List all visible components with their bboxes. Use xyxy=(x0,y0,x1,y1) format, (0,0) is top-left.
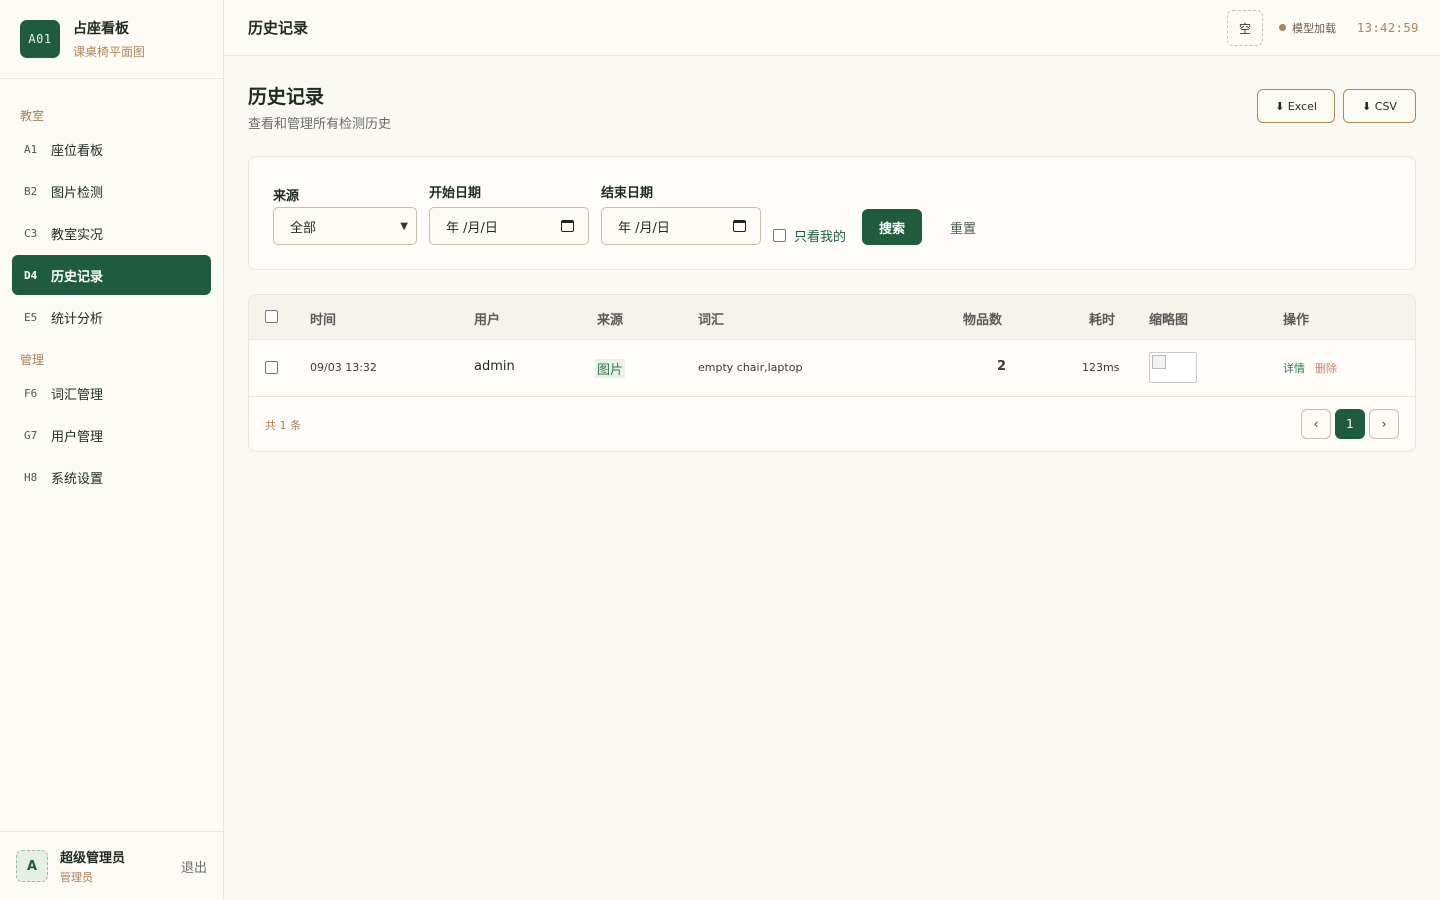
nav-label: 用户管理 xyxy=(51,429,104,445)
nav-code: D4 xyxy=(24,268,38,282)
user-name: 超级管理员 xyxy=(60,851,126,866)
sidebar-item-classroom-live[interactable]: C3 教室实况 xyxy=(12,213,211,253)
model-status: 模型加载 xyxy=(1279,20,1336,36)
search-button[interactable]: 搜索 xyxy=(862,209,922,245)
col-thumbnail: 缩略图 xyxy=(1149,313,1189,328)
source-select[interactable]: 全部 ▼ xyxy=(273,207,417,245)
cell-duration: 123ms xyxy=(1082,361,1120,374)
filter-card: 来源 全部 ▼ 开始日期 年 /月/日 结束日期 年 /月/日 只看我的 搜索 … xyxy=(248,156,1416,270)
status-dot-icon xyxy=(1279,24,1286,31)
reset-button[interactable]: 重置 xyxy=(950,218,976,237)
start-date-placeholder: 年 /月/日 xyxy=(446,220,498,236)
table-header: 时间 用户 来源 词汇 物品数 耗时 缩略图 操作 xyxy=(249,295,1415,340)
only-mine-label[interactable]: 只看我的 xyxy=(794,226,846,245)
nav-label: 历史记录 xyxy=(51,269,104,285)
end-date-label: 结束日期 xyxy=(601,186,654,201)
nav-group-classroom: 教室 xyxy=(20,109,45,123)
nav-label: 系统设置 xyxy=(51,471,104,487)
total-count: 共 1 条 xyxy=(265,419,301,432)
nav-label: 图片检测 xyxy=(51,185,104,201)
col-source: 来源 xyxy=(597,313,624,328)
cell-count: 2 xyxy=(997,359,1007,374)
thumbnail-image[interactable] xyxy=(1149,352,1197,383)
empty-toggle-button[interactable]: 空 xyxy=(1227,10,1263,46)
sidebar-item-image-detect[interactable]: B2 图片检测 xyxy=(12,171,211,211)
cell-time: 09/03 13:32 xyxy=(310,361,377,374)
nav-code: A1 xyxy=(24,142,38,156)
brand-subtitle: 课桌椅平面图 xyxy=(73,45,146,59)
detail-link[interactable]: 详情 xyxy=(1283,360,1305,376)
user-role: 管理员 xyxy=(60,871,93,884)
select-all-checkbox[interactable] xyxy=(265,310,278,323)
col-time: 时间 xyxy=(310,313,337,328)
table-row: 09/03 13:32 admin 图片 empty chair,laptop … xyxy=(249,340,1415,397)
sidebar-item-history[interactable]: D4 历史记录 xyxy=(12,255,211,295)
chevron-down-icon: ▼ xyxy=(400,220,408,232)
user-text: 超级管理员 管理员 xyxy=(60,847,125,885)
page-1-button[interactable]: 1 xyxy=(1335,409,1365,439)
nav-code: F6 xyxy=(24,386,38,400)
brand-title: 占座看板 xyxy=(73,21,129,37)
col-duration: 耗时 xyxy=(1089,313,1116,328)
nav-group-admin: 管理 xyxy=(20,353,45,367)
calendar-icon xyxy=(561,220,574,232)
model-status-text: 模型加载 xyxy=(1292,21,1336,35)
nav-label: 统计分析 xyxy=(51,311,104,327)
nav-code: G7 xyxy=(24,428,38,442)
nav-code: E5 xyxy=(24,310,38,324)
topbar: 历史记录 空 模型加载 13:42:59 xyxy=(224,0,1440,56)
col-count: 物品数 xyxy=(963,313,1003,328)
nav-code: B2 xyxy=(24,184,38,198)
avatar: A xyxy=(16,850,48,882)
user-box: A 超级管理员 管理员 退出 xyxy=(0,831,223,900)
logout-button[interactable]: 退出 xyxy=(181,857,207,876)
sidebar-item-seat-board[interactable]: A1 座位看板 xyxy=(12,129,211,169)
prev-page-button[interactable]: ‹ xyxy=(1301,409,1331,439)
page-title: 历史记录 xyxy=(248,86,325,108)
sidebar-item-users[interactable]: G7 用户管理 xyxy=(12,415,211,455)
end-date-placeholder: 年 /月/日 xyxy=(618,220,670,236)
export-csv-button[interactable]: ⬇ CSV xyxy=(1343,89,1416,123)
sidebar: A01 占座看板 课桌椅平面图 教室 A1 座位看板 B2 图片检测 C3 教室… xyxy=(0,0,224,900)
only-mine-checkbox[interactable] xyxy=(773,229,786,242)
source-label: 来源 xyxy=(273,189,300,204)
sidebar-item-statistics[interactable]: E5 统计分析 xyxy=(12,297,211,337)
start-date-label: 开始日期 xyxy=(429,186,482,201)
brand-text: 占座看板 课桌椅平面图 xyxy=(73,18,145,60)
delete-link[interactable]: 删除 xyxy=(1315,360,1337,376)
history-table: 时间 用户 来源 词汇 物品数 耗时 缩略图 操作 09/03 13:32 ad… xyxy=(248,294,1416,452)
cell-user: admin xyxy=(474,359,515,374)
brand-logo: A01 xyxy=(20,20,60,58)
broken-image-icon xyxy=(1152,355,1166,369)
start-date-input[interactable]: 年 /月/日 xyxy=(429,207,589,245)
nav-code: C3 xyxy=(24,226,38,240)
row-checkbox[interactable] xyxy=(265,361,278,374)
end-date-input[interactable]: 年 /月/日 xyxy=(601,207,761,245)
cell-vocab: empty chair,laptop xyxy=(698,361,803,374)
page-subtitle: 查看和管理所有检测历史 xyxy=(248,117,392,132)
clock: 13:42:59 xyxy=(1357,20,1419,35)
brand: A01 占座看板 课桌椅平面图 xyxy=(0,0,223,79)
nav-label: 词汇管理 xyxy=(51,387,104,403)
col-user: 用户 xyxy=(474,313,501,328)
col-vocab: 词汇 xyxy=(698,313,725,328)
sidebar-item-settings[interactable]: H8 系统设置 xyxy=(12,457,211,497)
nav-label: 座位看板 xyxy=(51,143,104,159)
sidebar-item-vocabulary[interactable]: F6 词汇管理 xyxy=(12,373,211,413)
nav-code: H8 xyxy=(24,470,38,484)
calendar-icon xyxy=(733,220,746,232)
cell-source-badge: 图片 xyxy=(595,359,626,378)
topbar-title: 历史记录 xyxy=(248,19,309,37)
source-select-value: 全部 xyxy=(290,220,317,236)
col-actions: 操作 xyxy=(1283,313,1310,328)
export-excel-button[interactable]: ⬇ Excel xyxy=(1257,89,1335,123)
nav-label: 教室实况 xyxy=(51,227,104,243)
next-page-button[interactable]: › xyxy=(1369,409,1399,439)
